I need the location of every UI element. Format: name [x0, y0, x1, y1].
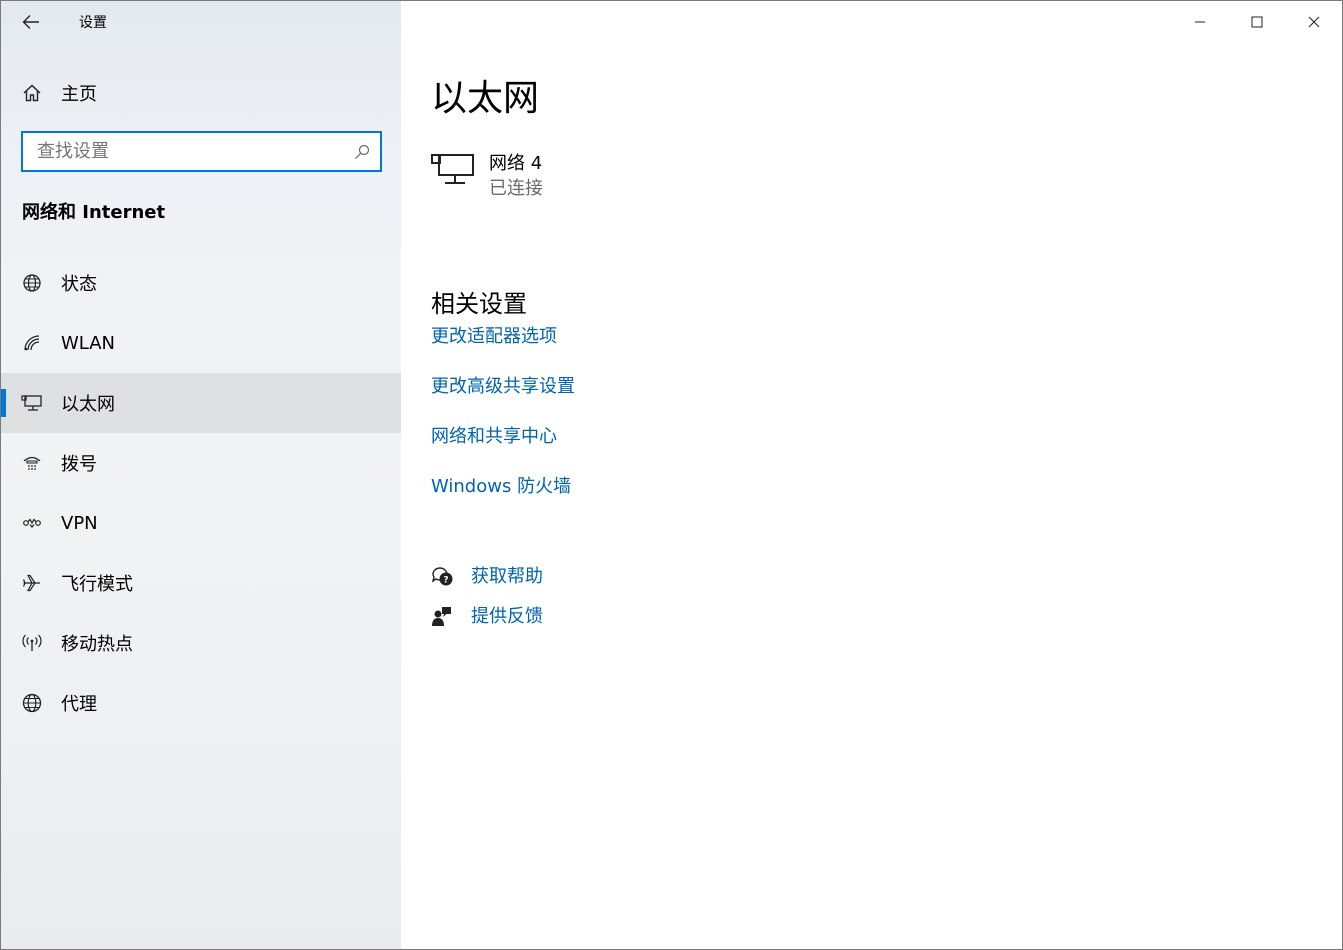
change-adapter-options-link[interactable]: 更改适配器选项 — [431, 323, 575, 373]
section-title: 网络和 Internet — [22, 202, 166, 223]
airplane-icon — [1, 573, 61, 593]
sidebar-item-ethernet[interactable]: 以太网 — [1, 373, 401, 433]
svg-text:?: ? — [443, 576, 448, 586]
settings-window: 设置 主页 网络和 Internet — [0, 0, 1343, 950]
feedback-link[interactable]: 提供反馈 — [471, 603, 543, 631]
sidebar-item-airplane[interactable]: 飞行模式 — [1, 553, 401, 613]
app-title: 设置 — [79, 15, 107, 31]
maximize-icon — [1251, 16, 1262, 28]
main-content: 以太网 网络 4 已连接 相关设置 更改适配器选项 更改高级共享设置 网络和共享… — [401, 1, 1342, 949]
minimize-button[interactable] — [1171, 1, 1228, 43]
home-label: 主页 — [61, 84, 97, 105]
help-section: ? 获取帮助 提供反馈 — [431, 557, 543, 637]
vpn-icon — [1, 513, 61, 533]
sidebar-item-label: 拨号 — [61, 454, 97, 475]
maximize-button[interactable] — [1228, 1, 1285, 43]
network-sharing-center-link[interactable]: 网络和共享中心 — [431, 423, 575, 473]
globe-icon — [1, 693, 61, 713]
search-box[interactable] — [21, 131, 382, 172]
feedback-row[interactable]: 提供反馈 — [431, 597, 543, 637]
get-help-link[interactable]: 获取帮助 — [471, 563, 543, 591]
sidebar-item-vpn[interactable]: VPN — [1, 493, 401, 553]
sidebar-item-status[interactable]: 状态 — [1, 253, 401, 313]
home-icon — [1, 83, 61, 103]
change-advanced-sharing-link[interactable]: 更改高级共享设置 — [431, 373, 575, 423]
nav-list: 状态 WLAN 以太网 拨号 VPN 飞行模式 移动热点 代理 — [1, 253, 401, 733]
windows-firewall-link[interactable]: Windows 防火墙 — [431, 473, 575, 523]
page-title: 以太网 — [431, 78, 540, 119]
help-chat-icon: ? — [431, 566, 471, 588]
get-help-row[interactable]: ? 获取帮助 — [431, 557, 543, 597]
network-name: 网络 4 — [489, 153, 543, 174]
sidebar-item-label: 代理 — [61, 694, 97, 715]
related-settings-title: 相关设置 — [431, 290, 527, 318]
ethernet-icon — [1, 393, 61, 413]
sidebar-item-label: 飞行模式 — [61, 574, 133, 595]
home-nav-item[interactable]: 主页 — [1, 73, 401, 113]
ethernet-network-icon — [431, 154, 474, 184]
close-icon — [1308, 16, 1319, 28]
network-info: 网络 4 已连接 — [489, 151, 543, 201]
feedback-person-icon — [431, 606, 471, 628]
sidebar-item-label: WLAN — [61, 332, 116, 354]
dialup-icon — [1, 453, 61, 473]
wifi-icon — [1, 333, 61, 353]
sidebar-item-wlan[interactable]: WLAN — [1, 313, 401, 373]
sidebar: 设置 主页 网络和 Internet — [1, 1, 401, 949]
related-links: 更改适配器选项 更改高级共享设置 网络和共享中心 Windows 防火墙 — [431, 323, 575, 523]
network-status: 已连接 — [489, 178, 543, 199]
sidebar-item-label: 状态 — [61, 274, 97, 295]
sidebar-item-label: 移动热点 — [61, 634, 133, 655]
sidebar-item-dialup[interactable]: 拨号 — [1, 433, 401, 493]
search-icon[interactable] — [354, 144, 370, 160]
status-globe-icon — [1, 273, 61, 293]
search-input[interactable] — [37, 141, 337, 162]
sidebar-item-hotspot[interactable]: 移动热点 — [1, 613, 401, 673]
back-button[interactable] — [1, 1, 61, 43]
title-bar: 设置 — [1, 1, 401, 43]
minimize-icon — [1194, 21, 1205, 23]
window-controls — [1171, 1, 1342, 43]
sidebar-item-proxy[interactable]: 代理 — [1, 673, 401, 733]
back-arrow-icon — [22, 15, 39, 29]
sidebar-item-label: VPN — [61, 512, 98, 534]
sidebar-item-label: 以太网 — [61, 394, 115, 415]
network-entry[interactable]: 网络 4 已连接 — [431, 151, 543, 201]
close-button[interactable] — [1285, 1, 1342, 43]
hotspot-icon — [1, 633, 61, 653]
